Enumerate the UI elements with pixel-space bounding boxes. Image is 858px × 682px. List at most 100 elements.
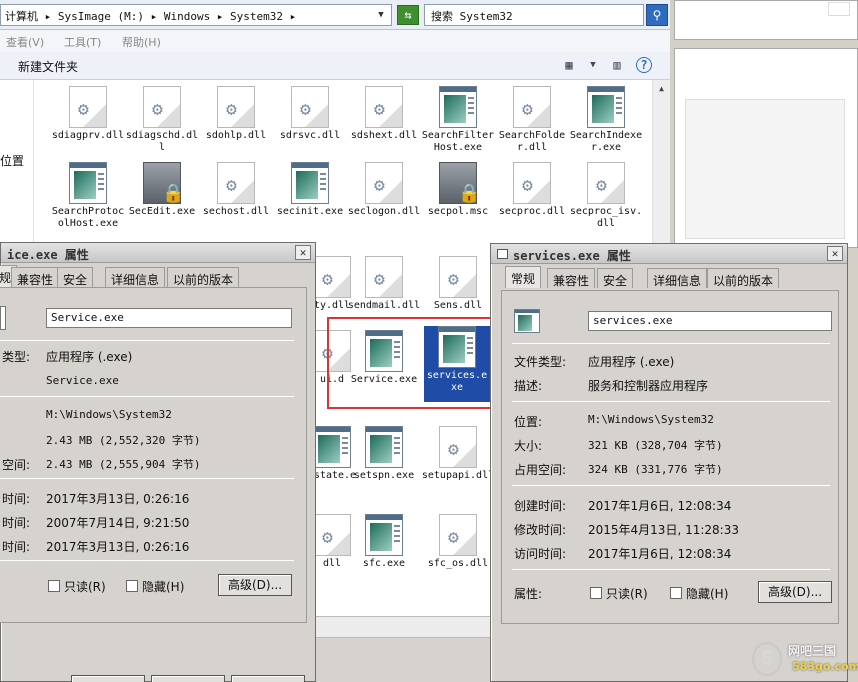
vertical-scrollbar[interactable]: ▲ xyxy=(652,80,670,250)
new-folder-button[interactable]: 新建文件夹 xyxy=(18,58,78,75)
ok-button[interactable] xyxy=(71,675,145,682)
dll-file-icon: ⚙ xyxy=(587,162,625,204)
hidden-checkbox[interactable] xyxy=(670,587,682,599)
file-item[interactable]: ⚙ secproc_isv.dll xyxy=(568,162,644,244)
dll-file-icon: ⚙ xyxy=(513,162,551,204)
address-dropdown-icon[interactable]: ▼ xyxy=(372,5,390,25)
close-icon[interactable]: ✕ xyxy=(827,246,843,261)
dialog-titlebar[interactable]: services.exe 属性 ✕ xyxy=(491,244,847,264)
exe-file-icon xyxy=(291,162,329,204)
exe-file-icon xyxy=(365,426,403,468)
file-item[interactable]: ⚙ sdohlp.dll xyxy=(198,86,274,168)
file-item[interactable]: SearchFilterHost.exe xyxy=(420,86,496,168)
file-item[interactable]: setspn.exe xyxy=(346,426,422,508)
advanced-button[interactable]: 高级(D)... xyxy=(218,574,292,596)
file-type-value: 应用程序 (.exe) xyxy=(46,350,133,364)
properties-dialog-services: services.exe 属性 ✕ 常规 兼容性 安全 详细信息 以前的版本 s… xyxy=(490,243,848,682)
dialog-tabs: 常规 兼容性 安全 详细信息 以前的版本 xyxy=(501,266,841,288)
separator xyxy=(512,569,830,570)
search-input[interactable]: 搜索 System32 xyxy=(424,4,644,26)
accessed-label: 时间: xyxy=(2,540,31,554)
tab-previous-versions[interactable]: 以前的版本 xyxy=(707,268,780,288)
size-value: 2.43 MB (2,552,320 字节) xyxy=(46,434,201,447)
watermark-url: 583go.com xyxy=(792,660,858,673)
file-item[interactable]: ⚙ setupapi.dll xyxy=(420,426,496,508)
refresh-icon[interactable]: ⇆ xyxy=(397,5,419,25)
size-value: 321 KB (328,704 字节) xyxy=(588,439,723,452)
location-value: M:\Windows\System32 xyxy=(588,413,714,426)
filename-field[interactable]: Service.exe xyxy=(46,308,292,328)
advanced-button[interactable]: 高级(D)... xyxy=(758,581,832,603)
file-item[interactable]: ⚙ sdiagschd.dll xyxy=(124,86,200,168)
file-item[interactable]: ⚙ SearchFolder.dll xyxy=(494,86,570,168)
file-item[interactable]: SearchIndexer.exe xyxy=(568,86,644,168)
file-item[interactable]: secinit.exe xyxy=(272,162,348,244)
file-item[interactable]: ⚙ secproc.dll xyxy=(494,162,570,244)
help-icon[interactable]: ? xyxy=(636,57,652,73)
file-name: SearchFilterHost.exe xyxy=(421,130,495,153)
nav-item-location[interactable]: 位置 xyxy=(0,152,24,169)
filename-field[interactable]: services.exe xyxy=(588,311,832,331)
menu-tools[interactable]: 工具(T) xyxy=(64,34,101,50)
horizontal-scrollbar[interactable] xyxy=(316,616,492,638)
tab-compatibility[interactable]: 兼容性 xyxy=(11,267,60,287)
file-name: sfc.exe xyxy=(362,558,406,569)
location-label: 位置: xyxy=(514,415,543,429)
dll-file-icon: ⚙ xyxy=(513,86,551,128)
file-item[interactable]: ⚙ sechost.dll xyxy=(198,162,274,244)
dialog-titlebar[interactable]: ice.exe 属性 ✕ xyxy=(1,243,315,263)
file-item[interactable]: ⚙ seclogon.dll xyxy=(346,162,422,244)
general-panel: services.exe 文件类型: 应用程序 (.exe) 描述: 服务和控制… xyxy=(501,290,839,624)
file-item[interactable]: 🔒 SecEdit.exe xyxy=(124,162,200,244)
address-bar[interactable]: 计算机 ▸ SysImage (M:) ▸ Windows ▸ System32… xyxy=(0,4,392,26)
window-icon xyxy=(497,249,508,259)
preview-pane-icon[interactable]: ▥ xyxy=(608,57,626,73)
tab-details[interactable]: 详细信息 xyxy=(105,267,166,287)
scroll-up-arrow-icon[interactable]: ▲ xyxy=(653,80,670,97)
file-name: SearchIndexer.exe xyxy=(569,130,643,153)
tab-security[interactable]: 安全 xyxy=(597,268,634,288)
tab-details[interactable]: 详细信息 xyxy=(647,268,708,288)
dll-file-icon: ⚙ xyxy=(365,256,403,298)
hidden-checkbox[interactable] xyxy=(126,580,138,592)
description-label: 描述: xyxy=(514,379,543,393)
menu-view[interactable]: 查看(V) xyxy=(6,34,44,50)
bg-window-button xyxy=(828,2,850,16)
readonly-checkbox[interactable] xyxy=(590,587,602,599)
tab-compatibility[interactable]: 兼容性 xyxy=(547,268,596,288)
view-options-icon[interactable]: ▦ xyxy=(560,57,578,73)
file-name: Sens.dll xyxy=(433,300,483,311)
cancel-button[interactable] xyxy=(151,675,225,682)
close-icon[interactable]: ✕ xyxy=(295,245,311,260)
tab-previous-versions[interactable]: 以前的版本 xyxy=(167,267,240,287)
readonly-checkbox[interactable] xyxy=(48,580,60,592)
dll-file-icon: ⚙ xyxy=(291,86,329,128)
filename-value: services.exe xyxy=(593,314,673,327)
file-name: SearchFolder.dll xyxy=(498,130,566,153)
file-item[interactable]: 🔒 secpol.msc xyxy=(420,162,496,244)
view-dropdown-icon[interactable]: ▼ xyxy=(584,57,602,73)
dll-file-icon: ⚙ xyxy=(217,86,255,128)
separator xyxy=(0,396,294,397)
address-row: 计算机 ▸ SysImage (M:) ▸ Windows ▸ System32… xyxy=(0,0,670,30)
apply-button[interactable] xyxy=(231,675,305,682)
command-bar: 新建文件夹 ▦ ▼ ▥ ? xyxy=(0,52,670,80)
tab-security[interactable]: 安全 xyxy=(57,267,94,287)
dll-file-icon: ⚙ xyxy=(217,162,255,204)
file-item[interactable]: ⚙ sdiagprv.dll xyxy=(50,86,126,168)
location-value: M:\Windows\System32 xyxy=(46,408,172,421)
menu-help[interactable]: 帮助(H) xyxy=(122,34,161,50)
file-name: setspn.exe xyxy=(353,470,415,481)
exe-file-icon xyxy=(587,86,625,128)
tab-general[interactable]: 常规 xyxy=(505,266,542,288)
file-item[interactable]: ⚙ sdrsvc.dll xyxy=(272,86,348,168)
dll-file-icon: ⚙ xyxy=(143,86,181,128)
search-icon[interactable]: ⚲ xyxy=(646,4,668,26)
separator xyxy=(0,340,294,341)
attributes-label: 属性: xyxy=(514,587,543,601)
file-name: secinit.exe xyxy=(276,206,344,217)
dll-file-icon: ⚙ xyxy=(439,256,477,298)
file-item[interactable]: ⚙ sdshext.dll xyxy=(346,86,422,168)
exe-file-icon xyxy=(439,86,477,128)
file-item[interactable]: SearchProtocolHost.exe xyxy=(50,162,126,244)
